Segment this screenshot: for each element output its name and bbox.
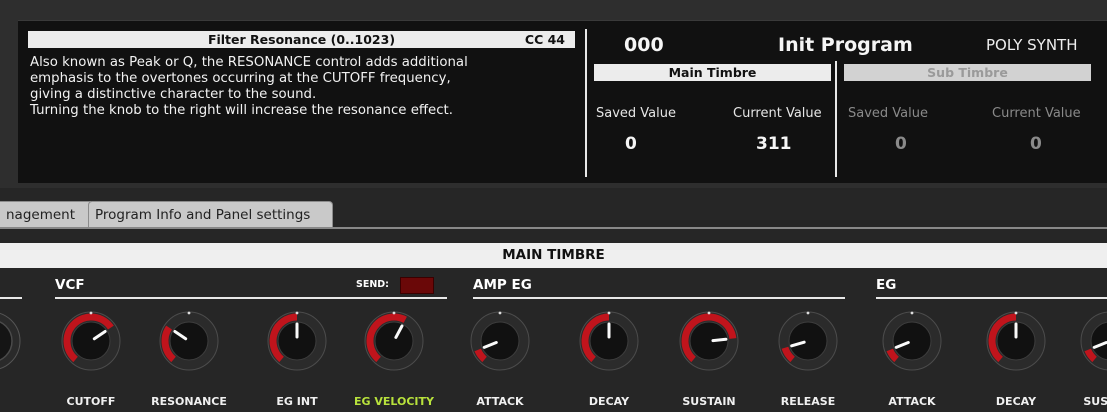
knob-cap [71, 321, 111, 361]
decay-knob[interactable] [578, 310, 640, 372]
decay-label: DECAY [588, 395, 630, 408]
sub-saved-label: Saved Value [848, 106, 928, 121]
tab-strip [0, 227, 1107, 229]
help-cc-number: CC 44 [524, 32, 565, 47]
vcf-section-line [55, 297, 447, 299]
knob-cap [169, 321, 209, 361]
attack-label: ATTACK [888, 395, 936, 408]
attack-knob[interactable] [881, 310, 943, 372]
help-text: Also known as Peak or Q, the RESONANCE c… [30, 55, 590, 119]
knob-cap [374, 321, 414, 361]
eg-int-knob[interactable] [266, 310, 328, 372]
knob-top-tick [1014, 311, 1018, 315]
main-current-label: Current Value [733, 106, 822, 121]
sustain-label: SUSTAIN [682, 395, 736, 408]
attack-label: ATTACK [476, 395, 524, 408]
partial-knob[interactable] [0, 310, 22, 372]
help-line: Also known as Peak or Q, the RESONANCE c… [30, 55, 468, 70]
amp-eg-section-line [473, 297, 845, 299]
knob-top-tick [498, 311, 502, 315]
program-name: Init Program [778, 34, 913, 56]
cutoff-label: CUTOFF [66, 395, 116, 408]
decay-label: DECAY [995, 395, 1037, 408]
send-led[interactable] [400, 277, 434, 294]
sustain-knob[interactable] [1079, 310, 1107, 372]
vcf-section-label: VCF [55, 277, 85, 293]
help-line: emphasis to the overtones occurring at t… [30, 71, 451, 86]
eg-velocity-knob[interactable] [363, 310, 425, 372]
sustain-knob[interactable] [678, 310, 740, 372]
tab-management[interactable]: nagement [0, 201, 91, 227]
info-panel: Filter Resonance (0..1023) CC 44 Also kn… [18, 20, 1107, 183]
panel-divider [585, 29, 587, 177]
tab-program-info[interactable]: Program Info and Panel settings [88, 201, 333, 227]
help-title: Filter Resonance (0..1023) [207, 32, 396, 47]
resonance-knob[interactable] [158, 310, 220, 372]
sub-current-label: Current Value [992, 106, 1081, 121]
eg-int-label: EG INT [276, 395, 318, 408]
knob-top-tick [806, 311, 810, 315]
sub-timbre-header: Sub Timbre [844, 64, 1091, 81]
main-timbre-bar: MAIN TIMBRE [0, 243, 1107, 268]
sub-saved-value: 0 [895, 134, 907, 154]
knob-top-tick [910, 311, 914, 315]
knob-top-tick [707, 311, 711, 315]
sustain-label: SUSTAIN [1083, 395, 1107, 408]
help-line: Turning the knob to the right will incre… [30, 103, 453, 118]
eg-section-label: EG [876, 277, 897, 293]
main-timbre-header: Main Timbre [594, 64, 831, 81]
knob-cap [892, 321, 932, 361]
main-saved-label: Saved Value [596, 106, 676, 121]
main-current-value: 311 [756, 134, 792, 154]
eg-velocity-label: EG VELOCITY [353, 395, 434, 408]
cutoff-knob[interactable] [60, 310, 122, 372]
knob-top-tick [392, 311, 396, 315]
knob-cap [788, 321, 828, 361]
decay-knob[interactable] [985, 310, 1047, 372]
amp-eg-section-label: AMP EG [473, 277, 532, 293]
resonance-label: RESONANCE [151, 395, 227, 408]
knob-top-tick [89, 311, 93, 315]
send-label: SEND: [356, 279, 389, 290]
knob-indicator [711, 337, 728, 343]
knob-cap [480, 321, 520, 361]
release-label: RELEASE [780, 395, 836, 408]
program-number: 000 [624, 34, 664, 56]
help-header: Filter Resonance (0..1023) CC 44 [28, 31, 575, 48]
help-line: giving a distinctive character to the so… [30, 87, 317, 102]
timbre-divider [835, 61, 837, 177]
main-saved-value: 0 [625, 134, 637, 154]
section-line [0, 297, 22, 299]
sub-current-value: 0 [1030, 134, 1042, 154]
release-knob[interactable] [777, 310, 839, 372]
attack-knob[interactable] [469, 310, 531, 372]
eg-section-line [876, 297, 1107, 299]
knob-top-tick [295, 311, 299, 315]
program-type: POLY SYNTH [986, 36, 1078, 54]
knob-top-tick [187, 311, 191, 315]
knob-top-tick [607, 311, 611, 315]
